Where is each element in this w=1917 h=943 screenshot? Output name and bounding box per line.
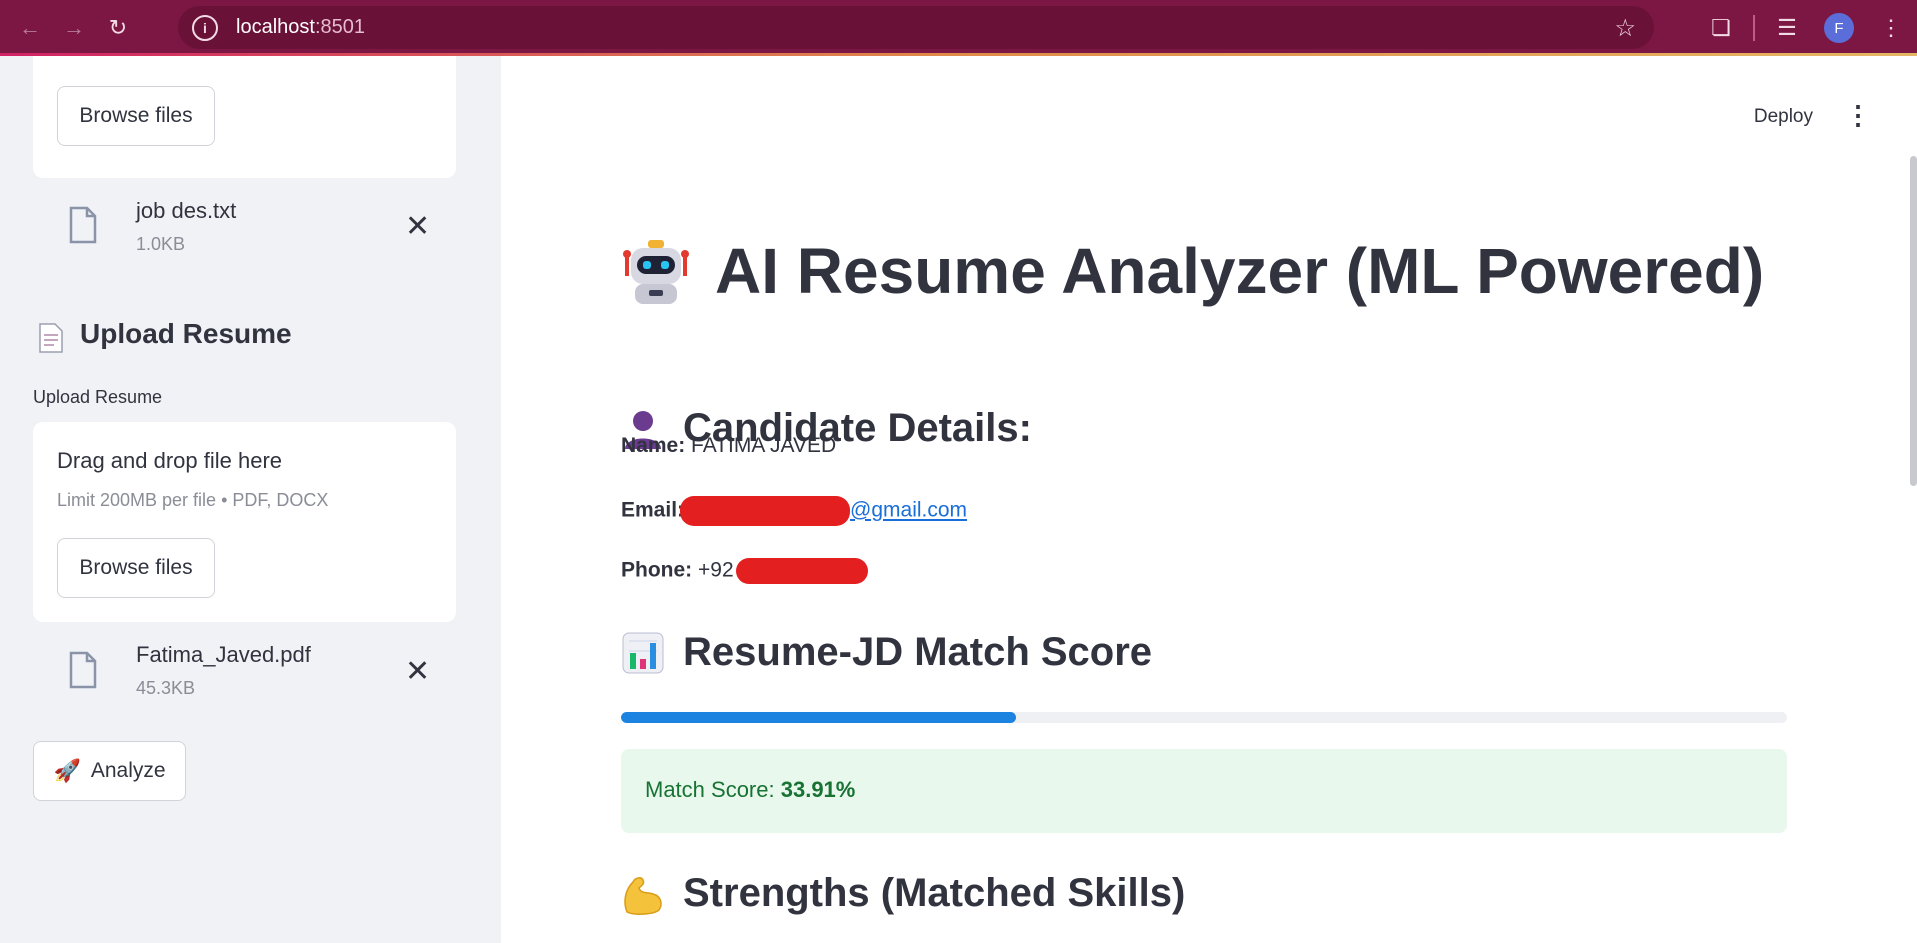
dropzone-title: Drag and drop file here — [57, 448, 283, 473]
page-title: AI Resume Analyzer (ML Powered) — [621, 234, 1764, 308]
redaction-mark — [680, 496, 851, 526]
toolbar-divider — [1753, 15, 1755, 41]
menu-kebab-icon[interactable]: ⋮ — [1865, 15, 1917, 41]
upload-resume-heading: Upload Resume — [80, 318, 292, 349]
sidebar: Browse files job des.txt 1.0KB ✕ Upload … — [0, 56, 501, 943]
url-text: localhost:8501 — [236, 16, 365, 38]
flexed-biceps-icon — [624, 876, 662, 915]
progress-fill — [621, 712, 1017, 723]
rocket-icon: 🚀 — [53, 758, 81, 783]
email-link[interactable]: @gmail.com — [850, 499, 967, 522]
profile-avatar[interactable]: F — [1813, 13, 1865, 43]
document-icon — [39, 323, 63, 353]
app-menu-kebab-icon[interactable]: ⋮ — [1845, 100, 1871, 131]
dropzone-limit: Limit 200MB per file • PDF, DOCX — [57, 490, 329, 510]
browse-files-button-job[interactable]: Browse files — [57, 86, 215, 146]
main-content: Deploy ⋮ AI Resume Analyzer (ML Powered)… — [501, 56, 1917, 943]
browser-toolbar: ← → ↻ i localhost:8501 ☆ ❏ ☰ F ⋮ — [0, 0, 1917, 56]
file-icon — [69, 651, 97, 689]
upload-resume-label: Upload Resume — [33, 387, 163, 407]
candidate-name: Name: FATIMA JAVED — [621, 434, 837, 457]
extensions-icon[interactable]: ❏ — [1695, 15, 1747, 41]
reload-icon[interactable]: ↻ — [96, 6, 140, 50]
candidate-phone: Phone: +92 — [621, 558, 868, 584]
robot-icon — [623, 240, 689, 304]
file-icon — [69, 206, 97, 244]
strengths-heading: Strengths (Matched Skills) — [621, 871, 1185, 916]
browse-files-button-resume[interactable]: Browse files — [57, 538, 215, 598]
address-bar[interactable]: i localhost:8501 ☆ — [178, 6, 1654, 49]
site-info-icon[interactable]: i — [192, 14, 218, 41]
remove-job-file-close-icon[interactable]: ✕ — [405, 212, 430, 242]
remove-resume-file-close-icon[interactable]: ✕ — [405, 657, 430, 687]
job-file-name: job des.txt — [136, 198, 237, 223]
media-control-icon[interactable]: ☰ — [1761, 15, 1813, 41]
deploy-button[interactable]: Deploy — [1754, 106, 1813, 128]
job-file-size: 1.0KB — [136, 234, 186, 254]
redaction-mark — [735, 558, 868, 584]
match-score-heading: Resume-JD Match Score — [621, 630, 1152, 675]
analyze-button[interactable]: 🚀 Analyze — [33, 741, 186, 801]
match-score-alert: Match Score: 33.91% — [621, 749, 1787, 833]
resume-dropzone[interactable]: Drag and drop file here Limit 200MB per … — [33, 422, 456, 622]
resume-file-name: Fatima_Javed.pdf — [136, 642, 311, 667]
candidate-email: Email: @gmail.com — [621, 496, 967, 526]
resume-file-size: 45.3KB — [136, 678, 196, 698]
job-dropzone[interactable]: Browse files — [33, 56, 456, 178]
back-icon[interactable]: ← — [8, 6, 52, 50]
forward-icon[interactable]: → — [52, 6, 96, 50]
match-score-text: Match Score: 33.91% — [645, 777, 856, 802]
bar-chart-icon — [622, 632, 664, 673]
match-score-progress-bar — [621, 712, 1787, 723]
scrollbar[interactable] — [1910, 156, 1917, 486]
bookmark-star-icon[interactable]: ☆ — [1614, 14, 1636, 43]
